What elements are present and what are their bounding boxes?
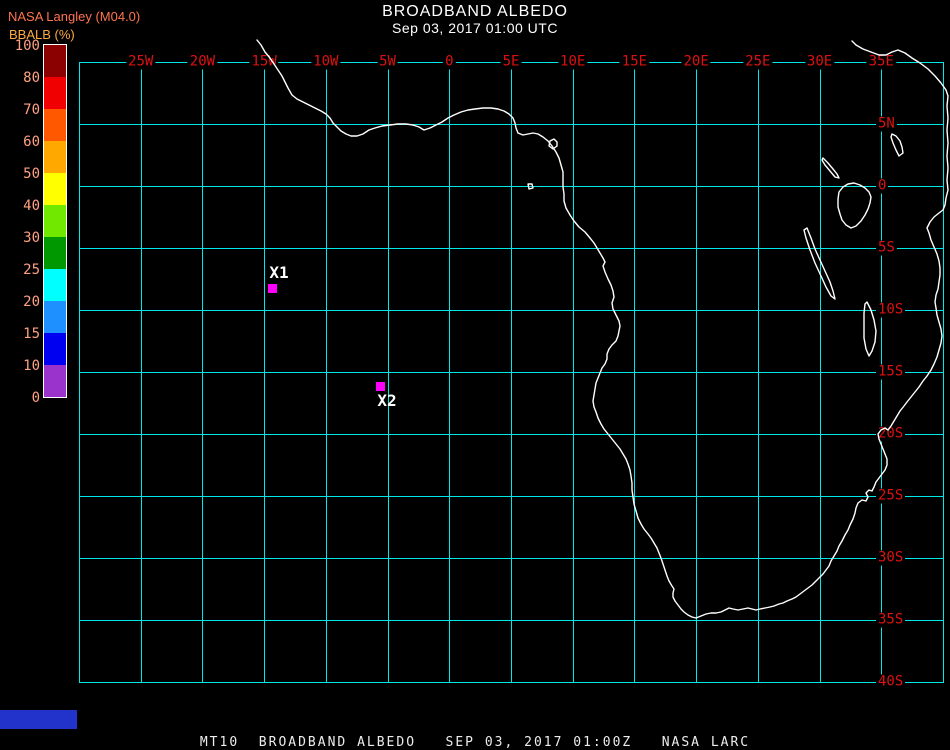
africa-coastline bbox=[256, 39, 949, 619]
longitude-label: 20W bbox=[187, 53, 218, 70]
longitude-label: 35E bbox=[866, 53, 896, 70]
longitude-label: 20E bbox=[681, 53, 711, 70]
latitude-label: 35S bbox=[876, 611, 906, 628]
colorbar-tick-label: 30 bbox=[23, 230, 40, 246]
colorbar-tick-label: 25 bbox=[23, 262, 40, 278]
coastline-mainland bbox=[256, 39, 949, 619]
latitude-label: 5S bbox=[876, 239, 897, 256]
latitude-label: 40S bbox=[876, 673, 906, 690]
colorbar-tick-label: 80 bbox=[23, 70, 40, 86]
grid-line-horizontal bbox=[79, 310, 944, 311]
colorbar-tick-label: 70 bbox=[23, 102, 40, 118]
colorbar-tick-label: 100 bbox=[14, 38, 40, 54]
grid-line-horizontal bbox=[79, 248, 944, 249]
grid-line-horizontal bbox=[79, 496, 944, 497]
longitude-label: 5W bbox=[377, 53, 398, 70]
longitude-label: 5E bbox=[500, 53, 522, 70]
map-marker[interactable] bbox=[268, 284, 277, 293]
status-line: MT10 BROADBAND ALBEDO SEP 03, 2017 01:00… bbox=[199, 735, 751, 750]
map-marker[interactable] bbox=[376, 382, 385, 391]
grid-line-horizontal bbox=[79, 124, 944, 125]
colorbar-segment bbox=[44, 141, 66, 173]
latitude-label: 5N bbox=[876, 115, 897, 132]
grid-line-horizontal bbox=[79, 186, 944, 187]
lake-turkana bbox=[890, 133, 904, 157]
grid-line-horizontal bbox=[79, 558, 944, 559]
map-marker-label: X2 bbox=[377, 391, 397, 410]
colorbar-tick-label: 40 bbox=[23, 198, 40, 214]
latitude-label: 10S bbox=[876, 301, 906, 318]
latitude-label: 25S bbox=[876, 487, 906, 504]
longitude-label: 25E bbox=[743, 53, 773, 70]
data-source-label: NASA Langley (M04.0) bbox=[8, 9, 141, 24]
colorbar-tick-label: 0 bbox=[31, 390, 40, 406]
colorbar-segment bbox=[44, 77, 66, 109]
island-bioko bbox=[548, 138, 558, 150]
longitude-label: 10E bbox=[558, 53, 588, 70]
colorbar-tick-label: 60 bbox=[23, 134, 40, 150]
colorbar-segment bbox=[44, 333, 66, 365]
colorbar-segment bbox=[44, 45, 66, 77]
grid-line-horizontal bbox=[79, 682, 944, 683]
colorbar-segment bbox=[44, 205, 66, 237]
colorbar-segment bbox=[44, 301, 66, 333]
longitude-label: 10W bbox=[311, 53, 341, 70]
grid-line-horizontal bbox=[79, 620, 944, 621]
grid-line-horizontal bbox=[79, 372, 944, 373]
latitude-label: 0 bbox=[876, 177, 889, 194]
longitude-label: 25W bbox=[126, 53, 156, 70]
grid-line-horizontal bbox=[79, 434, 944, 435]
colorbar-segment bbox=[44, 365, 66, 397]
latitude-label: 20S bbox=[876, 425, 906, 442]
colorbar-tick-label: 10 bbox=[23, 358, 40, 374]
longitude-label: 15E bbox=[619, 53, 650, 70]
lake-albert bbox=[821, 157, 840, 179]
longitude-label: 30E bbox=[804, 53, 835, 70]
colorbar-tick-label: 20 bbox=[23, 294, 40, 310]
colorbar-tick-label: 50 bbox=[23, 166, 40, 182]
colorbar-segment bbox=[44, 269, 66, 301]
longitude-label: 15W bbox=[249, 53, 279, 70]
timestamp-subtitle: Sep 03, 2017 01:00 UTC bbox=[392, 20, 558, 36]
colorbar-segment bbox=[44, 109, 66, 141]
color-scale-bar bbox=[43, 44, 67, 398]
page-title: BROADBAND ALBEDO bbox=[382, 3, 568, 20]
colorbar-tick-label: 15 bbox=[23, 326, 40, 342]
footer-color-box bbox=[0, 710, 77, 729]
longitude-label: 0 bbox=[443, 53, 456, 70]
latitude-label: 15S bbox=[876, 363, 906, 380]
colorbar-segment bbox=[44, 173, 66, 205]
colorbar-segment bbox=[44, 237, 66, 269]
satellite-image-viewer: BROADBAND ALBEDO Sep 03, 2017 01:00 UTC … bbox=[0, 0, 950, 750]
latitude-label: 30S bbox=[876, 549, 906, 566]
map-marker-label: X1 bbox=[269, 263, 289, 282]
lake-victoria bbox=[837, 182, 872, 229]
